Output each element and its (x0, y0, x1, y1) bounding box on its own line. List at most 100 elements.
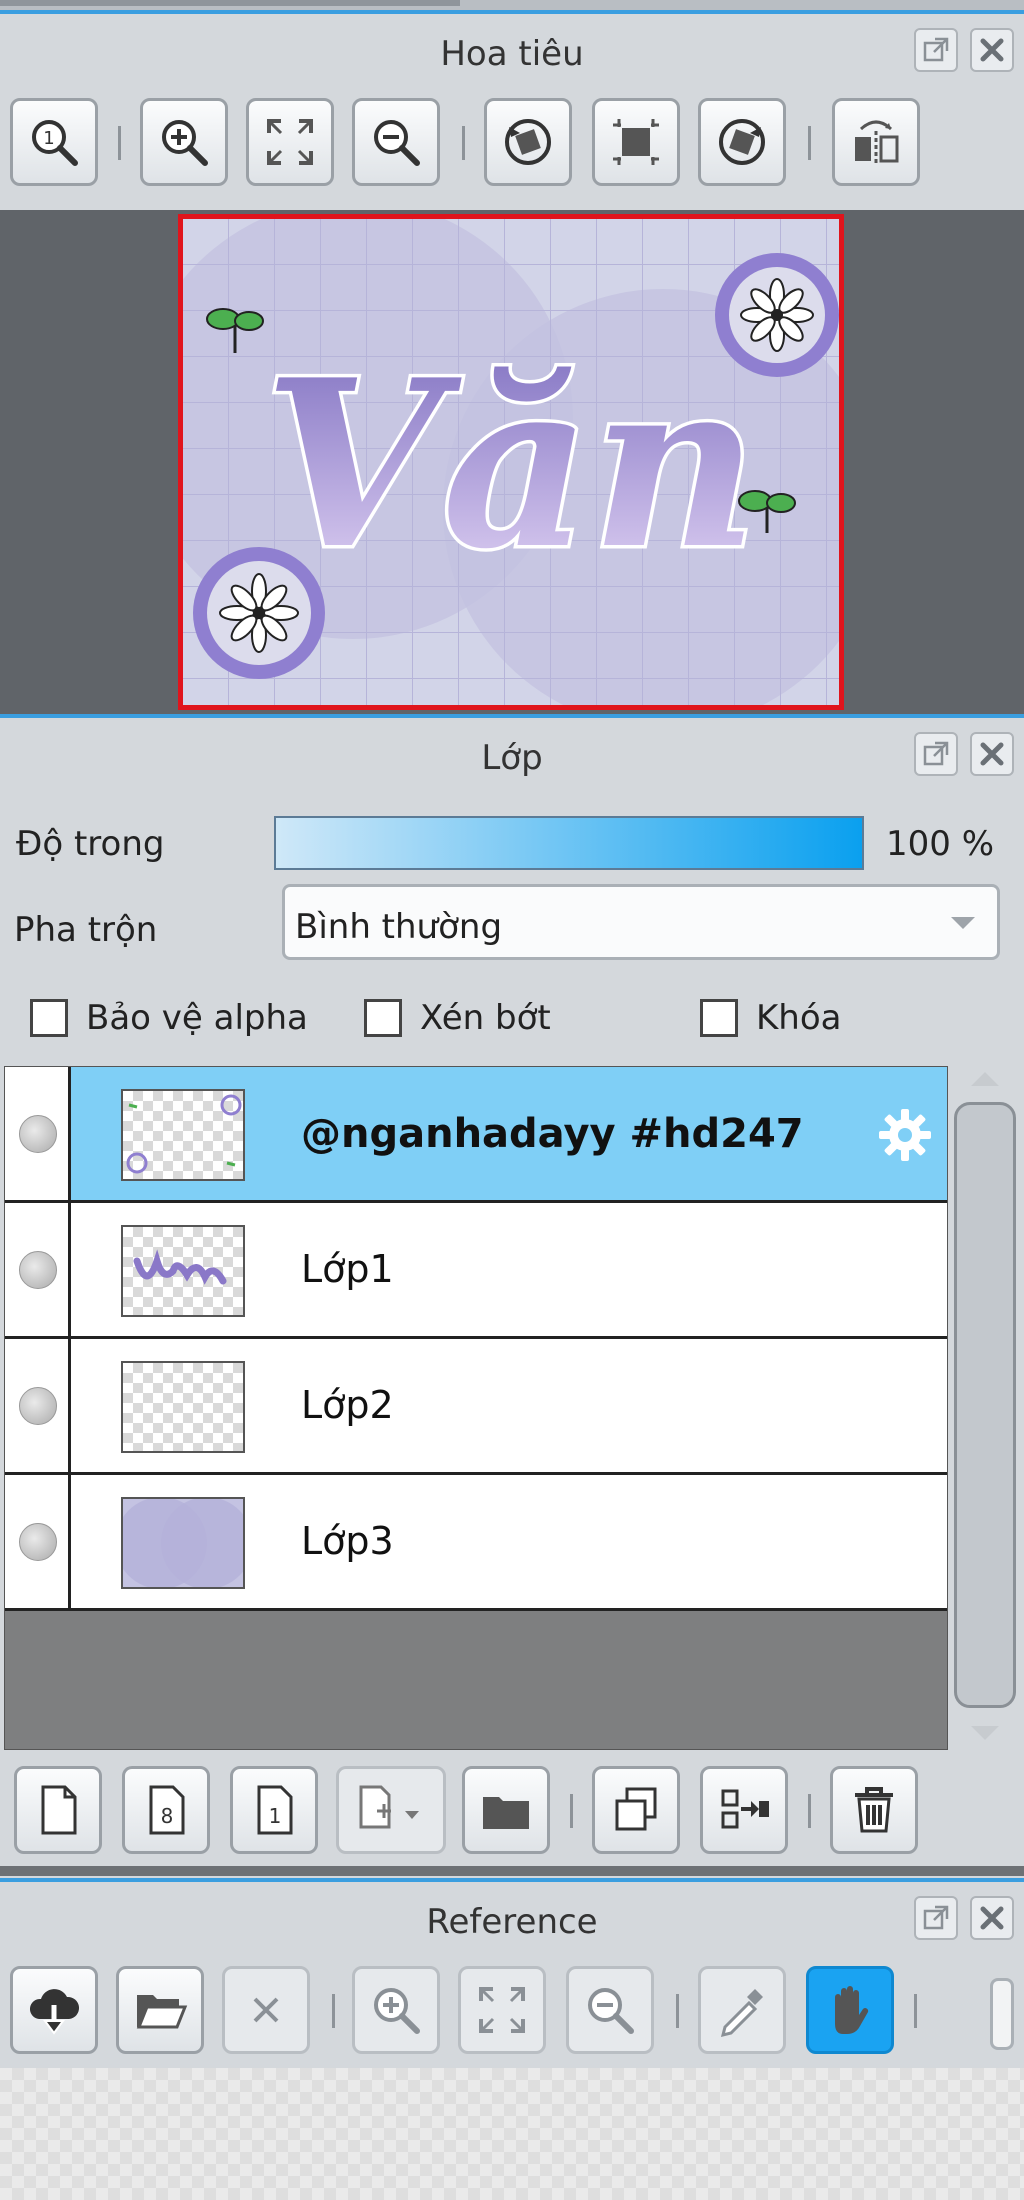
popout-button[interactable] (914, 1896, 958, 1940)
popout-button[interactable] (914, 28, 958, 72)
opacity-slider[interactable] (274, 816, 864, 870)
canvas-artwork: Văn (183, 219, 839, 705)
scroll-down-icon[interactable] (971, 1726, 999, 1740)
layer-list[interactable]: @nganhadayy #hd247 Lớp1 Lớp2 Lớp3 (4, 1066, 948, 1750)
new-1bit-layer-button[interactable]: 1 (230, 1766, 318, 1854)
close-icon (980, 1906, 1004, 1930)
layer-actions-toolbar: 8 1 (0, 1758, 1024, 1858)
blend-mode-select[interactable]: Bình thường (282, 884, 1000, 960)
add-layer-dropdown-button[interactable] (336, 1766, 446, 1854)
scroll-thumb[interactable] (954, 1102, 1016, 1708)
reset-view-button[interactable] (592, 98, 680, 186)
popout-button[interactable] (914, 732, 958, 776)
fit-screen-icon (479, 1987, 525, 2033)
layer-row[interactable]: @nganhadayy #hd247 (5, 1067, 947, 1203)
opacity-label: Độ trong (16, 824, 165, 864)
visibility-cell[interactable] (5, 1067, 71, 1200)
visibility-icon[interactable] (19, 1523, 57, 1561)
close-panel-button[interactable] (970, 28, 1014, 72)
zoom-in-icon (162, 120, 208, 166)
scroll-up-icon[interactable] (971, 1072, 999, 1086)
rotate-left-button[interactable] (484, 98, 572, 186)
navigator-preview[interactable]: Văn (0, 210, 1024, 720)
zoom-actual-button[interactable]: 1 (10, 98, 98, 186)
navigator-toolbar: 1 (0, 90, 1024, 190)
reference-canvas[interactable] (0, 2068, 1024, 2200)
close-icon (980, 38, 1004, 62)
protect-alpha-checkbox[interactable]: Bảo vệ alpha (30, 998, 308, 1038)
layer-row[interactable]: Lớp2 (5, 1339, 947, 1475)
zoom-in-button[interactable] (352, 1966, 440, 2054)
checkbox-box[interactable] (30, 999, 68, 1037)
new-layer-button[interactable] (14, 1766, 102, 1854)
reference-scroll-handle[interactable] (990, 1978, 1014, 2050)
visibility-icon[interactable] (19, 1115, 57, 1153)
layer-thumbnail (121, 1225, 245, 1317)
checkbox-box[interactable] (700, 999, 738, 1037)
zoom-out-button[interactable] (566, 1966, 654, 2054)
close-reference-button[interactable] (222, 1966, 310, 2054)
rotate-right-button[interactable] (698, 98, 786, 186)
checkbox-label: Khóa (756, 998, 842, 1038)
close-panel-button[interactable] (970, 1896, 1014, 1940)
reset-view-icon (613, 119, 659, 165)
canvas-thumbnail[interactable]: Văn (178, 214, 844, 710)
visibility-cell[interactable] (5, 1203, 71, 1336)
visibility-cell[interactable] (5, 1339, 71, 1472)
import-button[interactable] (10, 1966, 98, 2054)
fit-screen-button[interactable] (458, 1966, 546, 2054)
duplicate-layer-button[interactable] (592, 1766, 680, 1854)
layer-row[interactable]: Lớp3 (5, 1475, 947, 1611)
layer-scrollbar[interactable] (952, 1066, 1018, 1750)
checkbox-box[interactable] (364, 999, 402, 1037)
layer-row[interactable]: Lớp1 (5, 1203, 947, 1339)
svg-text:1: 1 (43, 128, 54, 149)
hand-tool-button[interactable] (806, 1966, 894, 2054)
gear-icon[interactable] (875, 1105, 935, 1165)
toolbar-separator (332, 1994, 335, 2028)
delete-layer-button[interactable] (830, 1766, 918, 1854)
delete-layer-icon (855, 1787, 893, 1833)
close-icon (980, 742, 1004, 766)
panel-divider (0, 1866, 1024, 1876)
reference-title: Reference (426, 1902, 598, 1942)
fit-screen-icon (267, 119, 313, 165)
clipping-checkbox[interactable]: Xén bớt (364, 998, 551, 1038)
visibility-cell[interactable] (5, 1475, 71, 1608)
navigator-panel: Hoa tiêu 1 Văn (0, 10, 1024, 720)
new-8bit-layer-button[interactable]: 8 (122, 1766, 210, 1854)
visibility-icon[interactable] (19, 1387, 57, 1425)
checkbox-label: Bảo vệ alpha (86, 998, 308, 1038)
zoom-out-icon (374, 120, 420, 166)
toolbar-separator (808, 126, 811, 160)
layer-name[interactable]: Lớp2 (301, 1383, 394, 1427)
eyedropper-button[interactable] (698, 1966, 786, 2054)
duplicate-layer-icon (615, 1787, 657, 1831)
layers-title: Lớp (481, 738, 543, 778)
new-folder-button[interactable] (462, 1766, 550, 1854)
layer-name[interactable]: Lớp1 (301, 1247, 394, 1291)
fit-screen-button[interactable] (246, 98, 334, 186)
close-panel-button[interactable] (970, 732, 1014, 776)
merge-down-button[interactable] (700, 1766, 788, 1854)
layer-thumbnail (121, 1361, 245, 1453)
flip-horizontal-button[interactable] (832, 98, 920, 186)
toolbar-separator (914, 1994, 917, 2028)
add-layer-dropdown-icon (359, 1785, 419, 1829)
zoom-out-button[interactable] (352, 98, 440, 186)
popout-icon (923, 1905, 949, 1930)
open-folder-button[interactable] (116, 1966, 204, 2054)
lock-checkbox[interactable]: Khóa (700, 998, 841, 1038)
layers-panel: Lớp Độ trong 100 % Pha trộn Bình thường … (0, 714, 1024, 1870)
blend-mode-value: Bình thường (295, 907, 503, 947)
layer-name[interactable]: Lớp3 (301, 1519, 394, 1563)
zoom-out-icon (588, 1988, 634, 2034)
zoom-in-icon (374, 1988, 420, 2034)
toolbar-separator (462, 126, 465, 160)
popout-icon (923, 37, 949, 62)
top-tab[interactable] (0, 0, 460, 6)
reference-header: Reference (0, 1882, 1024, 1958)
visibility-icon[interactable] (19, 1251, 57, 1289)
zoom-in-button[interactable] (140, 98, 228, 186)
layer-name[interactable]: @nganhadayy #hd247 (301, 1111, 804, 1157)
